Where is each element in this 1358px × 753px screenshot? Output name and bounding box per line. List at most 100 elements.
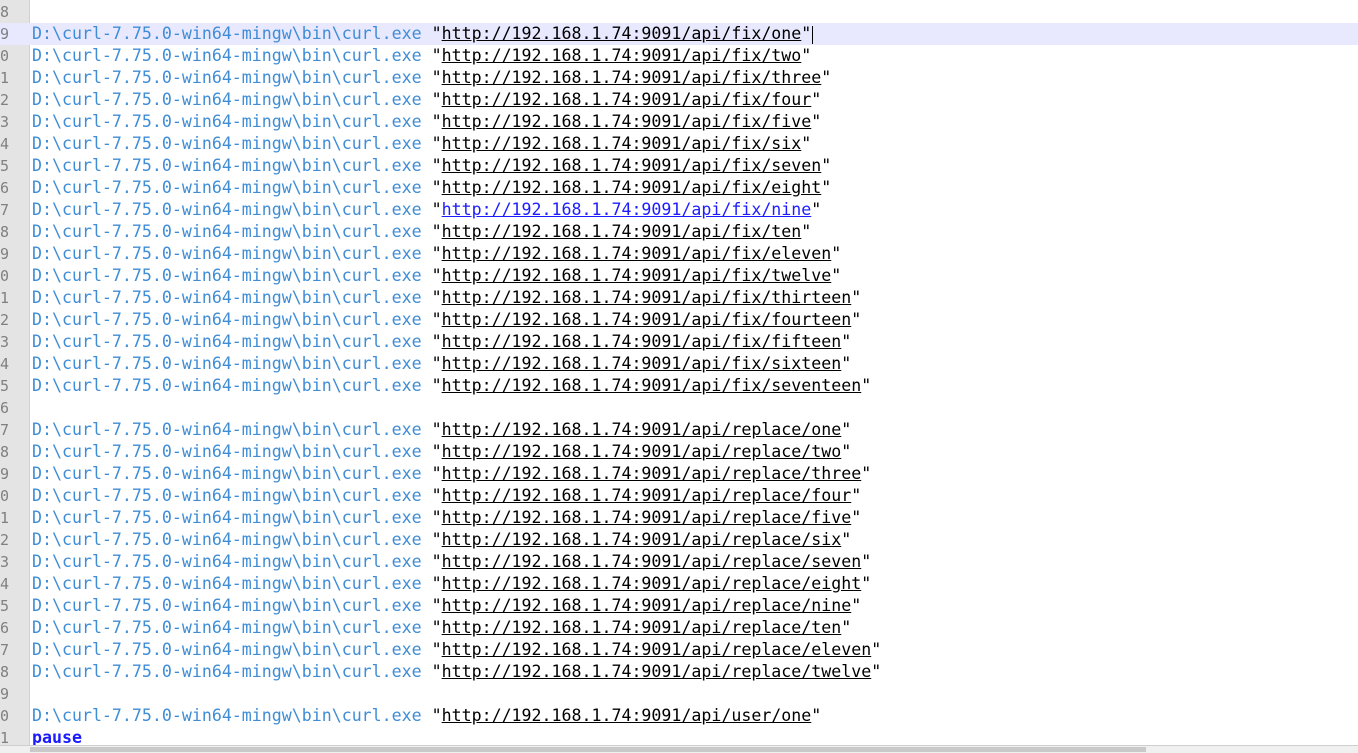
url-link[interactable]: http://192.168.1.74:9091/api/replace/thr… bbox=[442, 464, 862, 483]
code-line[interactable]: 4 D:\curl-7.75.0-win64-mingw\bin\curl.exe… bbox=[0, 353, 1358, 375]
close-quote: " bbox=[801, 24, 812, 43]
line-content: D:\curl-7.75.0-win64-mingw\bin\curl.exe … bbox=[32, 639, 881, 661]
line-number: 5 bbox=[0, 377, 10, 395]
line-content: D:\curl-7.75.0-win64-mingw\bin\curl.exe … bbox=[32, 23, 814, 45]
code-line[interactable]: 8 D:\curl-7.75.0-win64-mingw\bin\curl.exe… bbox=[0, 221, 1358, 243]
close-quote: " bbox=[811, 112, 822, 131]
url-link[interactable]: http://192.168.1.74:9091/api/fix/sevente… bbox=[442, 376, 862, 395]
open-quote: " bbox=[431, 354, 442, 373]
url-link[interactable]: http://192.168.1.74:9091/api/replace/ele… bbox=[442, 640, 872, 659]
curl-path: D:\curl-7.75.0-win64-mingw\bin\curl.exe bbox=[32, 574, 422, 593]
close-quote: " bbox=[841, 420, 852, 439]
url-link[interactable]: http://192.168.1.74:9091/api/replace/eig… bbox=[442, 574, 862, 593]
code-line[interactable]: 3 D:\curl-7.75.0-win64-mingw\bin\curl.exe… bbox=[0, 111, 1358, 133]
code-line[interactable]: 6 bbox=[0, 397, 1358, 419]
url-link[interactable]: http://192.168.1.74:9091/api/replace/sev… bbox=[442, 552, 862, 571]
code-line[interactable]: 5 D:\curl-7.75.0-win64-mingw\bin\curl.exe… bbox=[0, 595, 1358, 617]
line-content: D:\curl-7.75.0-win64-mingw\bin\curl.exe … bbox=[32, 419, 851, 441]
code-line[interactable]: 3 D:\curl-7.75.0-win64-mingw\bin\curl.exe… bbox=[0, 331, 1358, 353]
scrollbar-thumb[interactable] bbox=[30, 747, 1146, 752]
url-link[interactable]: http://192.168.1.74:9091/api/fix/three bbox=[442, 68, 822, 87]
open-quote: " bbox=[431, 706, 442, 725]
url-link[interactable]: http://192.168.1.74:9091/api/replace/one bbox=[442, 420, 842, 439]
code-line[interactable]: 0 D:\curl-7.75.0-win64-mingw\bin\curl.exe… bbox=[0, 265, 1358, 287]
url-link[interactable]: http://192.168.1.74:9091/api/replace/two bbox=[442, 442, 842, 461]
curl-path: D:\curl-7.75.0-win64-mingw\bin\curl.exe bbox=[32, 354, 422, 373]
code-line[interactable]: 2 D:\curl-7.75.0-win64-mingw\bin\curl.exe… bbox=[0, 529, 1358, 551]
line-number: 7 bbox=[0, 201, 10, 219]
curl-path: D:\curl-7.75.0-win64-mingw\bin\curl.exe bbox=[32, 662, 422, 681]
open-quote: " bbox=[431, 486, 442, 505]
close-quote: " bbox=[851, 486, 862, 505]
url-link[interactable]: http://192.168.1.74:9091/api/replace/ten bbox=[442, 618, 842, 637]
code-line[interactable]: 1 D:\curl-7.75.0-win64-mingw\bin\curl.exe… bbox=[0, 287, 1358, 309]
curl-path: D:\curl-7.75.0-win64-mingw\bin\curl.exe bbox=[32, 112, 422, 131]
url-link[interactable]: http://192.168.1.74:9091/api/fix/eight bbox=[442, 178, 822, 197]
close-quote: " bbox=[861, 376, 872, 395]
code-line[interactable]: 3 D:\curl-7.75.0-win64-mingw\bin\curl.exe… bbox=[0, 551, 1358, 573]
open-quote: " bbox=[431, 68, 442, 87]
url-link[interactable]: http://192.168.1.74:9091/api/fix/sixteen bbox=[442, 354, 842, 373]
code-line[interactable]: 6 D:\curl-7.75.0-win64-mingw\bin\curl.exe… bbox=[0, 177, 1358, 199]
url-link[interactable]: http://192.168.1.74:9091/api/fix/fifteen bbox=[442, 332, 842, 351]
code-line[interactable]: 0 D:\curl-7.75.0-win64-mingw\bin\curl.exe… bbox=[0, 705, 1358, 727]
close-quote: " bbox=[861, 552, 872, 571]
url-link[interactable]: http://192.168.1.74:9091/api/fix/thirtee… bbox=[442, 288, 852, 307]
text-caret bbox=[812, 25, 814, 44]
open-quote: " bbox=[431, 134, 442, 153]
editor-lines[interactable]: 8 9 D:\curl-7.75.0-win64-mingw\bin\curl.ex… bbox=[0, 1, 1358, 749]
url-link[interactable]: http://192.168.1.74:9091/api/replace/nin… bbox=[442, 596, 852, 615]
code-line[interactable]: 9 D:\curl-7.75.0-win64-mingw\bin\curl.exe… bbox=[0, 243, 1358, 265]
code-line[interactable]: 1 D:\curl-7.75.0-win64-mingw\bin\curl.exe… bbox=[0, 507, 1358, 529]
line-number: 2 bbox=[0, 531, 10, 549]
url-link[interactable]: http://192.168.1.74:9091/api/fix/two bbox=[442, 46, 802, 65]
line-number: 9 bbox=[0, 25, 10, 43]
code-line[interactable]: 4 D:\curl-7.75.0-win64-mingw\bin\curl.exe… bbox=[0, 573, 1358, 595]
url-link[interactable]: http://192.168.1.74:9091/api/fix/twelve bbox=[442, 266, 832, 285]
url-link[interactable]: http://192.168.1.74:9091/api/fix/fourtee… bbox=[442, 310, 852, 329]
close-quote: " bbox=[851, 310, 862, 329]
line-content: D:\curl-7.75.0-win64-mingw\bin\curl.exe … bbox=[32, 155, 831, 177]
code-line[interactable]: 5 D:\curl-7.75.0-win64-mingw\bin\curl.exe… bbox=[0, 375, 1358, 397]
url-link[interactable]: http://192.168.1.74:9091/api/replace/fiv… bbox=[442, 508, 852, 527]
url-link[interactable]: http://192.168.1.74:9091/api/replace/fou… bbox=[442, 486, 852, 505]
code-line[interactable]: 9 bbox=[0, 683, 1358, 705]
current-line[interactable]: 9 D:\curl-7.75.0-win64-mingw\bin\curl.exe… bbox=[0, 23, 1358, 45]
code-line[interactable]: 2 D:\curl-7.75.0-win64-mingw\bin\curl.exe… bbox=[0, 309, 1358, 331]
code-line[interactable]: 9 D:\curl-7.75.0-win64-mingw\bin\curl.exe… bbox=[0, 463, 1358, 485]
close-quote: " bbox=[801, 222, 812, 241]
code-line[interactable]: 7 D:\curl-7.75.0-win64-mingw\bin\curl.exe… bbox=[0, 639, 1358, 661]
url-link[interactable]: http://192.168.1.74:9091/api/replace/six bbox=[442, 530, 842, 549]
line-number: 9 bbox=[0, 245, 10, 263]
code-line[interactable]: 7 D:\curl-7.75.0-win64-mingw\bin\curl.exe… bbox=[0, 199, 1358, 221]
url-link[interactable]: http://192.168.1.74:9091/api/user/one bbox=[442, 706, 812, 725]
url-link[interactable]: http://192.168.1.74:9091/api/fix/one bbox=[442, 24, 802, 43]
url-link[interactable]: http://192.168.1.74:9091/api/fix/eleven bbox=[442, 244, 832, 263]
url-link[interactable]: http://192.168.1.74:9091/api/replace/twe… bbox=[442, 662, 872, 681]
code-line[interactable]: 5 D:\curl-7.75.0-win64-mingw\bin\curl.exe… bbox=[0, 155, 1358, 177]
code-line[interactable]: 6 D:\curl-7.75.0-win64-mingw\bin\curl.exe… bbox=[0, 617, 1358, 639]
url-link[interactable]: http://192.168.1.74:9091/api/fix/five bbox=[442, 112, 812, 131]
url-link[interactable]: http://192.168.1.74:9091/api/fix/four bbox=[442, 90, 812, 109]
code-line[interactable]: 2 D:\curl-7.75.0-win64-mingw\bin\curl.exe… bbox=[0, 89, 1358, 111]
code-line[interactable]: 8 D:\curl-7.75.0-win64-mingw\bin\curl.exe… bbox=[0, 661, 1358, 683]
code-line[interactable]: 0 D:\curl-7.75.0-win64-mingw\bin\curl.exe… bbox=[0, 45, 1358, 67]
open-quote: " bbox=[431, 24, 442, 43]
code-line[interactable]: 7 D:\curl-7.75.0-win64-mingw\bin\curl.exe… bbox=[0, 419, 1358, 441]
line-content: D:\curl-7.75.0-win64-mingw\bin\curl.exe … bbox=[32, 89, 821, 111]
url-link[interactable]: http://192.168.1.74:9091/api/fix/ten bbox=[442, 222, 802, 241]
line-number: 1 bbox=[0, 509, 10, 527]
code-line[interactable]: 1 D:\curl-7.75.0-win64-mingw\bin\curl.exe… bbox=[0, 67, 1358, 89]
text-editor[interactable]: 8 9 D:\curl-7.75.0-win64-mingw\bin\curl.ex… bbox=[0, 0, 1358, 753]
code-line[interactable]: 0 D:\curl-7.75.0-win64-mingw\bin\curl.exe… bbox=[0, 485, 1358, 507]
line-content: D:\curl-7.75.0-win64-mingw\bin\curl.exe … bbox=[32, 507, 861, 529]
url-link[interactable]: http://192.168.1.74:9091/api/fix/six bbox=[442, 134, 802, 153]
line-number: 1 bbox=[0, 289, 10, 307]
code-line[interactable]: 4 D:\curl-7.75.0-win64-mingw\bin\curl.exe… bbox=[0, 133, 1358, 155]
open-quote: " bbox=[431, 156, 442, 175]
code-line[interactable]: 8 D:\curl-7.75.0-win64-mingw\bin\curl.exe… bbox=[0, 441, 1358, 463]
url-link[interactable]: http://192.168.1.74:9091/api/fix/nine bbox=[442, 200, 812, 219]
horizontal-scrollbar[interactable] bbox=[0, 745, 1358, 753]
url-link[interactable]: http://192.168.1.74:9091/api/fix/seven bbox=[442, 156, 822, 175]
code-line[interactable]: 8 bbox=[0, 1, 1358, 23]
